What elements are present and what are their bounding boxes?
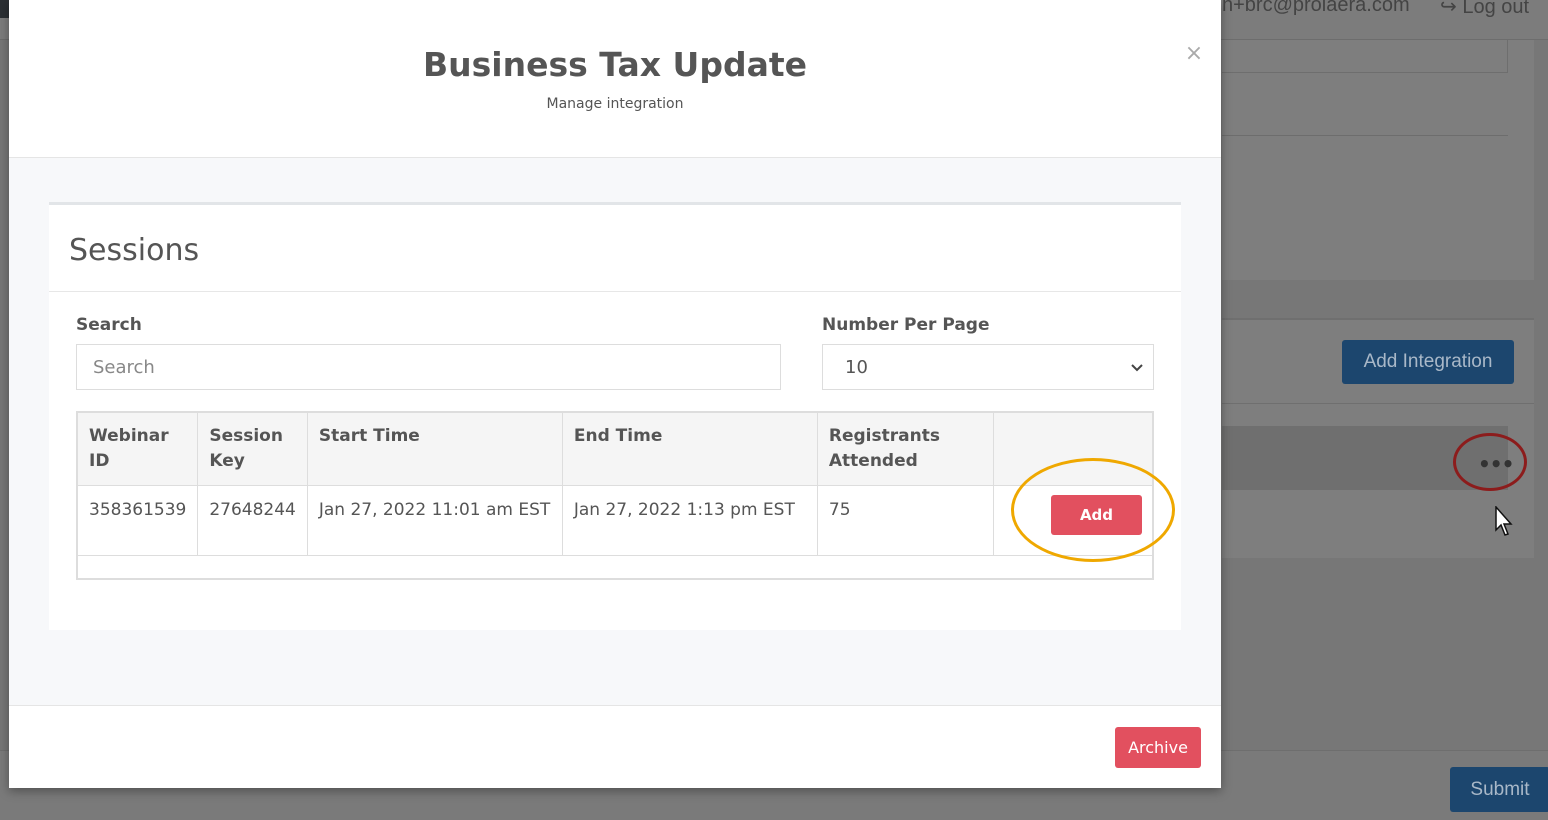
column-header-start-time[interactable]: Start Time	[306, 411, 563, 486]
search-input[interactable]	[76, 344, 781, 390]
table-empty-row	[76, 555, 1154, 579]
column-header-end-time[interactable]: End Time	[561, 411, 818, 486]
highlight-circle-red	[1453, 433, 1527, 491]
logout-icon: ↪	[1440, 0, 1457, 18]
sessions-heading: Sessions	[69, 233, 200, 268]
divider	[1222, 403, 1534, 404]
highlight-circle-orange	[1011, 458, 1175, 562]
column-header-webinar-id[interactable]: Webinar ID	[76, 411, 199, 486]
divider	[49, 291, 1181, 292]
settings-panel	[1222, 40, 1534, 280]
modal-footer: Archive	[9, 705, 1221, 788]
chevron-down-icon	[1131, 364, 1143, 372]
search-label: Search	[76, 315, 142, 335]
per-page-select[interactable]: 10	[822, 344, 1154, 390]
column-header-registrants[interactable]: Registrants Attended	[816, 411, 994, 486]
cell-end-time: Jan 27, 2022 1:13 pm EST	[561, 485, 818, 556]
cell-start-time: Jan 27, 2022 11:01 am EST	[306, 485, 563, 556]
cell-session-key: 27648244	[197, 485, 308, 556]
close-icon[interactable]: ×	[1183, 40, 1205, 66]
empty-cell	[76, 555, 1154, 579]
logout-link[interactable]: ↪ Log out	[1440, 0, 1529, 19]
background-input[interactable]	[1222, 40, 1508, 73]
modal-body: Sessions Search Number Per Page 10 Webin…	[9, 158, 1221, 705]
table-header-row: Webinar ID Session Key Start Time End Ti…	[76, 411, 1154, 486]
submit-button[interactable]: Submit	[1450, 767, 1548, 812]
cell-webinar-id: 358361539	[76, 485, 199, 556]
modal-header: Business Tax Update Manage integration ×	[9, 0, 1221, 158]
mouse-cursor-icon	[1495, 506, 1513, 536]
logout-label: Log out	[1462, 0, 1530, 18]
cell-registrants: 75	[816, 485, 994, 556]
manage-integration-modal: Business Tax Update Manage integration ×…	[9, 0, 1221, 788]
archive-button[interactable]: Archive	[1115, 727, 1201, 768]
column-header-session-key[interactable]: Session Key	[197, 411, 308, 486]
table-row: 358361539 27648244 Jan 27, 2022 11:01 am…	[76, 485, 1154, 556]
sessions-card: Sessions Search Number Per Page 10 Webin…	[49, 202, 1181, 630]
divider	[1222, 135, 1508, 136]
sessions-table: Webinar ID Session Key Start Time End Ti…	[76, 411, 1154, 580]
modal-title: Business Tax Update	[422, 45, 807, 84]
per-page-value: 10	[845, 356, 868, 378]
per-page-label: Number Per Page	[822, 315, 990, 335]
add-integration-button[interactable]: Add Integration	[1342, 340, 1514, 384]
modal-subtitle: Manage integration	[546, 96, 684, 112]
user-email[interactable]: n+brc@prolaera.com	[1222, 0, 1410, 17]
